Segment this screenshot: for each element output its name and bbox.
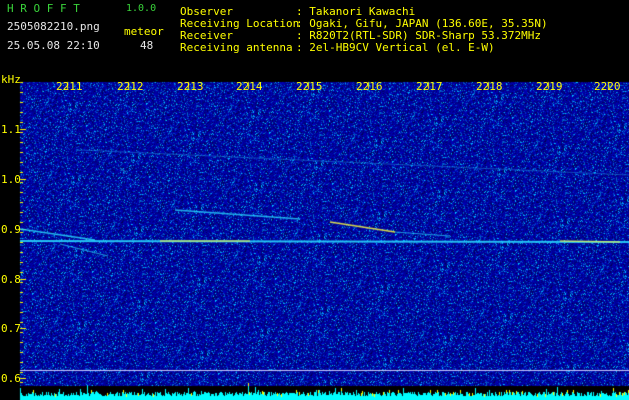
x-tick-label: 2217 xyxy=(416,80,443,93)
y-tick-label: 0.6 xyxy=(1,372,21,385)
app-version: 1.0.0 xyxy=(126,3,157,14)
y-tick-label: 1.0 xyxy=(1,173,21,186)
meteor-label: meteor xyxy=(124,25,164,38)
x-tick-label: 2215 xyxy=(296,80,323,93)
x-tick-label: 2211 xyxy=(56,80,83,93)
spectrogram-canvas xyxy=(0,0,629,400)
x-tick-label: 2219 xyxy=(536,80,563,93)
axis-unit: kHz xyxy=(1,73,21,86)
antenna-label: Receiving antenna xyxy=(180,41,293,54)
timestamp: 25.05.08 22:10 xyxy=(7,39,100,52)
x-tick-label: 2214 xyxy=(236,80,263,93)
x-tick-label: 2218 xyxy=(476,80,503,93)
y-tick-label: 0.9 xyxy=(1,223,21,236)
file-name: 2505082210.png xyxy=(7,20,100,33)
antenna-value: : 2el-HB9CV Vertical (el. E-W) xyxy=(296,41,495,54)
app-title: H R O F F T xyxy=(7,2,80,15)
x-tick-label: 2220 xyxy=(594,80,621,93)
y-tick-label: 0.8 xyxy=(1,273,21,286)
meteor-count: 48 xyxy=(140,39,154,52)
x-tick-label: 2212 xyxy=(117,80,144,93)
y-tick-label: 1.1 xyxy=(1,123,21,136)
y-tick-label: 0.7 xyxy=(1,322,21,335)
x-tick-label: 2216 xyxy=(356,80,383,93)
x-tick-label: 2213 xyxy=(177,80,204,93)
